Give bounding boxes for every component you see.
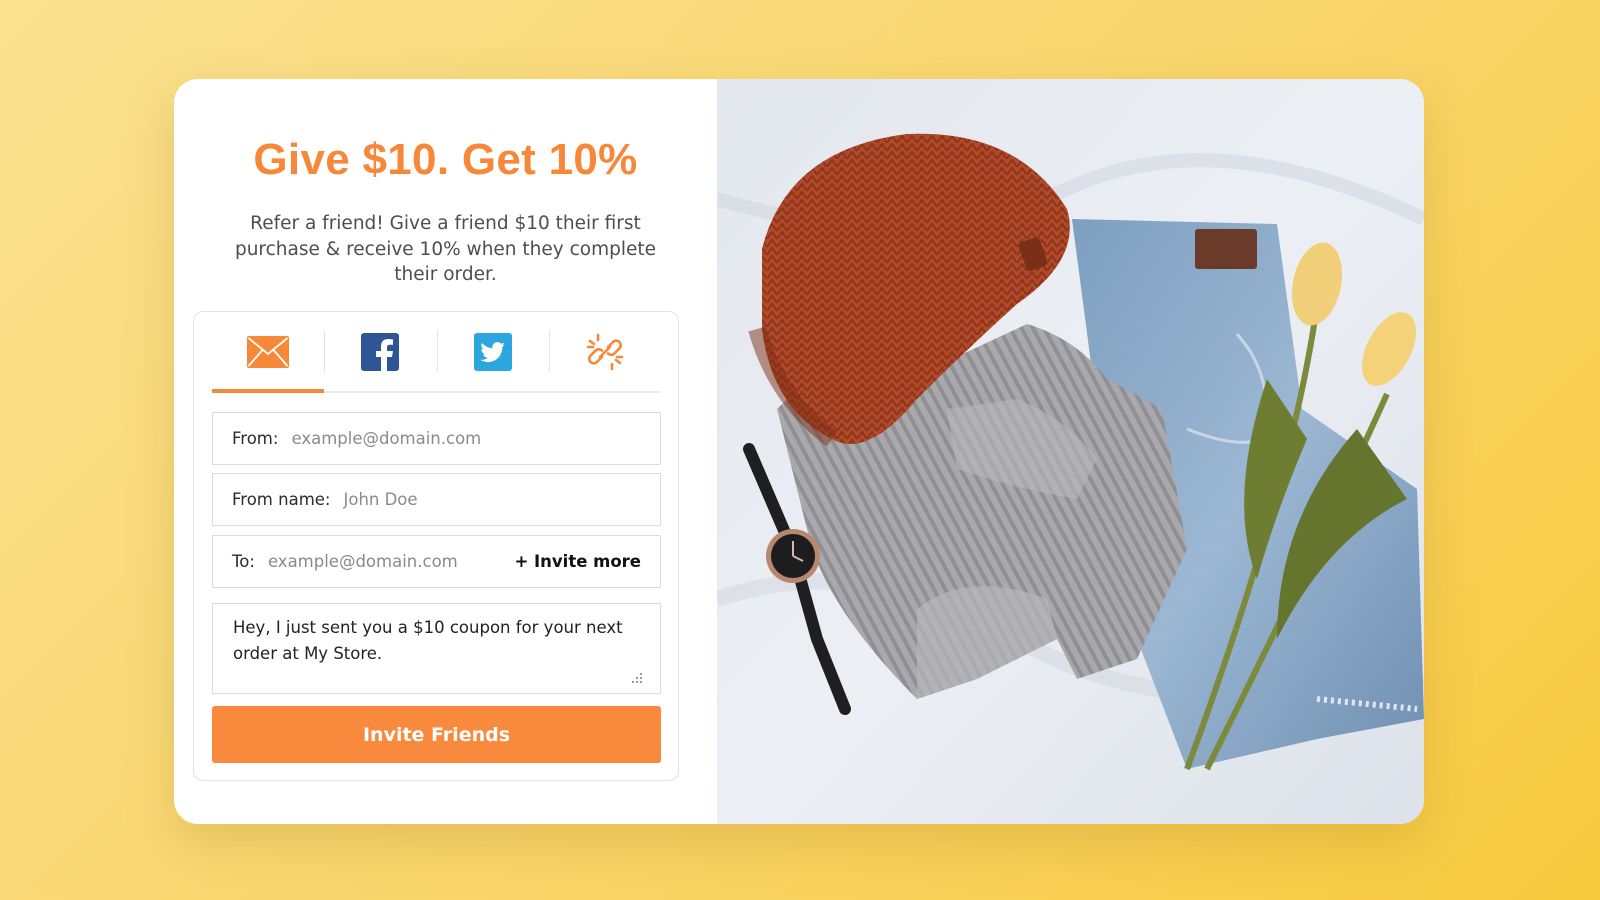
from-name-input[interactable] bbox=[343, 490, 641, 509]
facebook-icon bbox=[361, 332, 400, 371]
page-title: Give $10. Get 10% bbox=[253, 135, 638, 184]
from-name-field[interactable]: From name: bbox=[212, 473, 661, 526]
invite-more-link[interactable]: + Invite more bbox=[514, 552, 641, 571]
to-label: To: bbox=[232, 552, 255, 571]
tab-twitter[interactable] bbox=[436, 312, 549, 391]
from-name-label: From name: bbox=[232, 490, 331, 509]
from-email-input[interactable] bbox=[291, 429, 641, 448]
from-label: From: bbox=[232, 429, 279, 448]
flatlay-image bbox=[717, 79, 1424, 824]
message-textarea[interactable]: Hey, I just sent you a $10 coupon for yo… bbox=[212, 603, 661, 694]
to-field[interactable]: To: + Invite more bbox=[212, 535, 661, 588]
referral-card: Give $10. Get 10% Refer a friend! Give a… bbox=[174, 79, 1424, 824]
tab-facebook[interactable] bbox=[324, 312, 436, 391]
to-email-input[interactable] bbox=[267, 552, 515, 571]
message-text: Hey, I just sent you a $10 coupon for yo… bbox=[233, 618, 623, 663]
product-photo bbox=[717, 79, 1424, 824]
tab-email[interactable] bbox=[212, 312, 325, 393]
referral-description: Refer a friend! Give a friend $10 their … bbox=[234, 213, 657, 285]
share-tabs bbox=[212, 312, 661, 393]
resize-handle-icon[interactable] bbox=[632, 673, 642, 683]
envelope-icon bbox=[247, 335, 290, 368]
invite-friends-button[interactable]: Invite Friends bbox=[212, 706, 661, 763]
invite-form-panel: From: From name: To: + Invite more Hey, … bbox=[193, 311, 679, 781]
tab-link[interactable] bbox=[548, 312, 661, 391]
from-field[interactable]: From: bbox=[212, 412, 661, 465]
referral-panel: Give $10. Get 10% Refer a friend! Give a… bbox=[174, 79, 717, 824]
link-icon bbox=[586, 333, 624, 370]
twitter-icon bbox=[473, 332, 512, 371]
